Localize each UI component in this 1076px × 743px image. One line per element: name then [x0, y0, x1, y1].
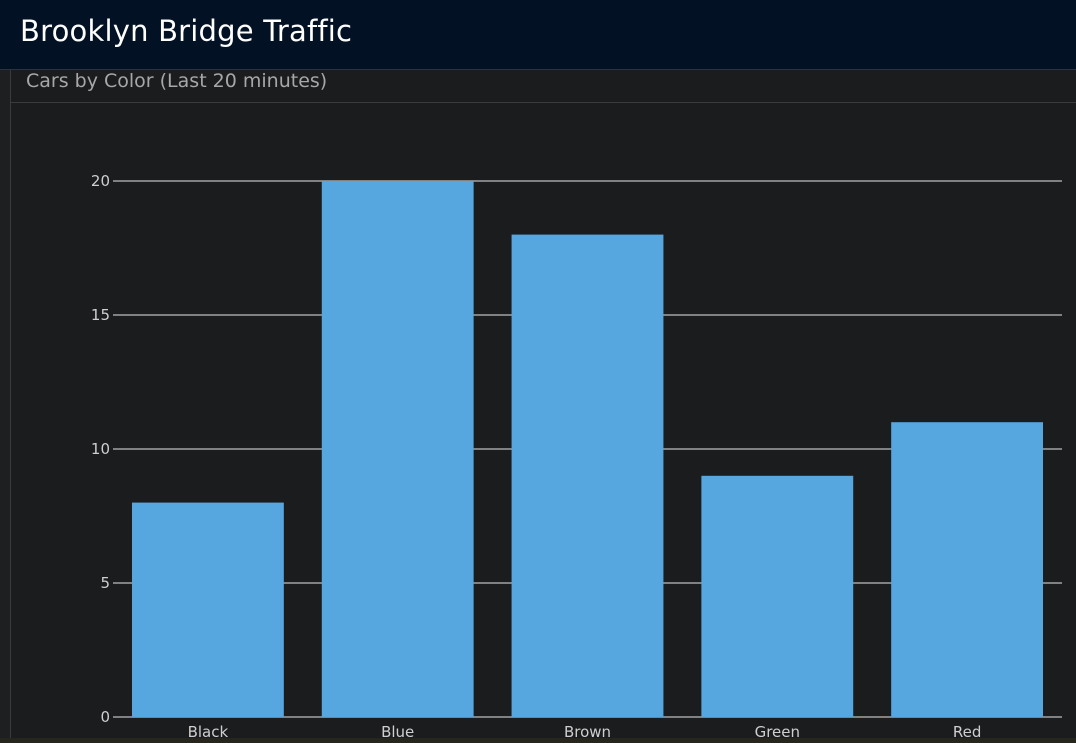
y-tick-label: 0 [100, 708, 110, 726]
bar-brown[interactable] [511, 234, 664, 717]
y-tick-label: 15 [91, 306, 110, 324]
bar-blue[interactable] [321, 181, 474, 717]
y-tick-label: 20 [91, 172, 110, 190]
y-tick-label: 10 [91, 440, 110, 458]
y-tick-label: 5 [100, 574, 110, 592]
bottom-strip [0, 738, 1076, 743]
bar-red[interactable] [891, 422, 1044, 717]
bar-black[interactable] [131, 502, 284, 717]
y-axis-ticks: 0 5 10 15 20 [91, 172, 110, 726]
bar-chart: 05101520 Black Blue Brown Green Red [91, 172, 1062, 741]
bar-green[interactable] [701, 475, 854, 717]
